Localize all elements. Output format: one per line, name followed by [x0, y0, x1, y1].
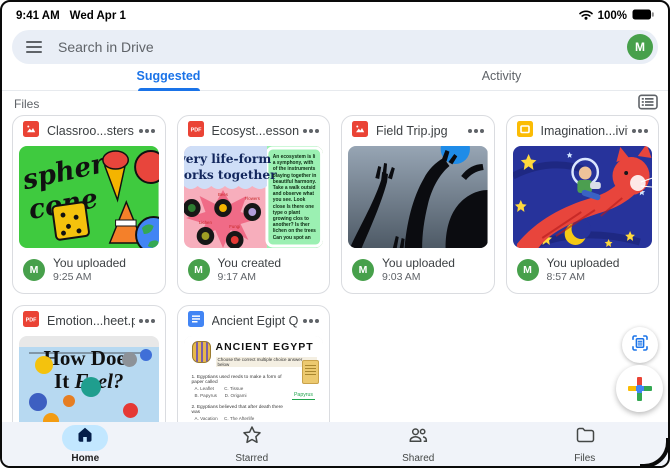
quiz-answer-1: Papyrus [291, 391, 315, 400]
list-view-toggle-icon[interactable] [638, 93, 658, 115]
file-meta: M You uploaded 8:57 AM [507, 248, 659, 293]
emotion-title-line2: It [54, 369, 75, 393]
quiz-question-2: 2. Egyptians believed that after death t… [191, 404, 283, 415]
search-row: M [2, 26, 668, 68]
thumbnail-field-trip-photo[interactable] [348, 146, 488, 248]
svg-text:Lichen: Lichen [199, 220, 212, 225]
owner-avatar: M [23, 258, 45, 281]
scan-button[interactable] [622, 327, 658, 363]
battery-percent: 100% [597, 9, 627, 22]
svg-text:very life-form: very life-form [184, 151, 271, 166]
owner-avatar: M [352, 258, 374, 281]
nav-item-files[interactable]: Files [502, 422, 669, 466]
file-time: 9:03 AM [382, 271, 421, 283]
tab-activity[interactable]: Activity [335, 64, 668, 90]
folder-icon [575, 425, 595, 450]
emoji-angry [123, 403, 138, 418]
svg-text:Fungi: Fungi [229, 224, 240, 229]
file-meta: M You created 9:17 AM [178, 248, 330, 293]
emoji-shocked [122, 352, 137, 367]
status-bar: 9:41 AM Wed Apr 1 100% [2, 2, 668, 26]
search-bar[interactable]: M [12, 30, 658, 64]
people-icon [408, 425, 428, 450]
emoji-fuzzy-blue [29, 393, 47, 411]
owner-avatar: M [187, 258, 210, 281]
file-title: Classroo...sters.jpg [47, 124, 135, 138]
more-menu-icon[interactable] [473, 129, 478, 133]
file-action: You uploaded [53, 256, 126, 270]
svg-text:Bees: Bees [218, 192, 229, 197]
emoji-orange [63, 395, 75, 407]
file-title: Emotion...heet.pdf [47, 314, 135, 328]
file-title: Imagination...ivity [540, 124, 629, 138]
pdf-file-icon: PDF [23, 310, 39, 332]
emoji-blue [140, 349, 152, 361]
nav-item-starred[interactable]: Starred [169, 422, 336, 466]
wifi-icon [578, 9, 593, 23]
multicolor-plus-icon [627, 376, 652, 401]
suggested-files-row-1: Classroo...sters.jpg sphere cone M You u… [12, 115, 659, 294]
nav-item-home[interactable]: Home [2, 422, 169, 466]
jpg-file-icon [23, 120, 39, 142]
battery-icon [632, 9, 654, 23]
file-title: Ancient Egipt Quiz [211, 314, 300, 328]
new-file-button[interactable] [616, 365, 663, 412]
file-card[interactable]: Classroo...sters.jpg sphere cone M You u… [12, 115, 166, 294]
clock: 9:41 AM [16, 9, 60, 22]
active-tab-indicator [137, 88, 200, 91]
menu-icon[interactable] [26, 41, 42, 53]
file-meta: M You uploaded 9:25 AM [13, 248, 165, 293]
tab-suggested[interactable]: Suggested [2, 64, 335, 90]
account-avatar[interactable]: M [627, 34, 653, 60]
quiz-question-1: 1. Egyptians used reeds to make a form o… [191, 375, 282, 385]
owner-avatar: M [516, 258, 539, 281]
emoji-smiley [35, 356, 53, 374]
star-icon [242, 425, 262, 450]
date: Wed Apr 1 [69, 9, 126, 22]
pharaoh-graphic [191, 341, 211, 363]
file-time: 9:25 AM [53, 271, 92, 283]
files-section-title: Files [14, 97, 40, 111]
file-action: You uploaded [382, 256, 455, 270]
file-meta: M You uploaded 9:03 AM [342, 248, 494, 293]
quiz-title: ANCIENT EGYPT [215, 341, 314, 353]
thumbnail-imagination-drawing[interactable] [512, 146, 652, 248]
nav-item-shared[interactable]: Shared [335, 422, 502, 466]
more-menu-icon[interactable] [638, 129, 642, 133]
file-time: 8:57 AM [546, 271, 586, 283]
dice-doodle [51, 201, 90, 241]
bottom-navigation: Home Starred Shared Files [2, 422, 668, 466]
more-menu-icon[interactable] [144, 129, 149, 133]
file-title: Field Trip.jpg [376, 124, 448, 138]
svg-text:PDF: PDF [26, 317, 37, 323]
pdf-file-icon: PDF [187, 120, 204, 142]
ecosystem-paragraph: An ecosystem is li a symphony, with of t… [272, 154, 316, 241]
emotion-title-line1: How Does [43, 346, 134, 370]
svg-text:works together: works together [184, 167, 277, 182]
jpg-file-icon [352, 120, 368, 142]
svg-text:PDF: PDF [190, 127, 201, 133]
file-title: Ecosyst...esson.pdf [211, 124, 300, 138]
file-card[interactable]: PDF Ecosyst...esson.pdf very life-form w… [176, 115, 330, 294]
drive-app-window: 9:41 AM Wed Apr 1 100% M Suggested Activ… [0, 0, 670, 468]
files-section-header: Files [14, 93, 658, 115]
home-icon [76, 426, 94, 449]
more-menu-icon[interactable] [309, 129, 313, 133]
more-menu-icon[interactable] [144, 319, 149, 323]
docs-file-icon [187, 310, 204, 332]
file-action: You uploaded [546, 256, 620, 270]
file-card[interactable]: Imagination...ivity M You uploaded 8:57 … [505, 115, 659, 294]
more-menu-icon[interactable] [309, 319, 313, 323]
document-scanner-icon [630, 333, 650, 358]
search-input[interactable] [56, 38, 627, 56]
file-time: 9:17 AM [217, 271, 257, 283]
file-action: You created [217, 256, 282, 270]
emoji-teal [81, 377, 101, 397]
svg-text:Flowers: Flowers [244, 196, 260, 201]
file-card[interactable]: Field Trip.jpg M You uploaded 9:03 AM [341, 115, 495, 294]
thumbnail-classroom-posters[interactable]: sphere cone [19, 146, 159, 248]
tab-bar: Suggested Activity [2, 64, 668, 91]
slides-file-icon [516, 120, 533, 142]
thumbnail-ecosystem-poster[interactable]: very life-form works together Bees Flowe… [183, 146, 323, 248]
